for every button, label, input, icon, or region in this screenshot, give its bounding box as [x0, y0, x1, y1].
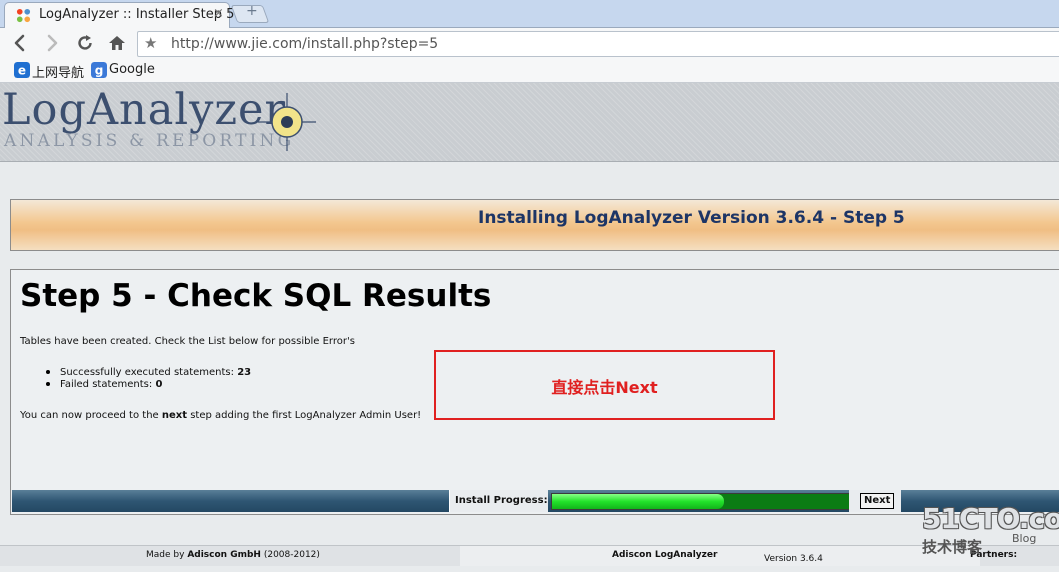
progress-label-cell: Install Progress: — [449, 490, 548, 512]
browser-toolbar: ★ http://www.jie.com/install.php?step=5 — [0, 28, 1059, 58]
svg-text:e: e — [18, 64, 26, 78]
proceed-text: You can now proceed to the next step add… — [20, 410, 421, 421]
bookmarks-bar: e 上网导航 g Google — [0, 58, 1059, 83]
stat-failed-value: 0 — [155, 379, 163, 390]
proceed-text-after: step adding the first LogAnalyzer Admin … — [190, 410, 422, 421]
progress-fill — [552, 494, 725, 509]
new-tab-plus-icon: + — [246, 3, 258, 19]
watermark-sub: 技术博客 — [922, 538, 983, 556]
annotation-text: 直接点击Next — [551, 378, 658, 397]
stat-success-value: 23 — [237, 367, 252, 378]
address-bar[interactable]: ★ http://www.jie.com/install.php?step=5 — [137, 31, 1059, 57]
bookmark-star-icon[interactable]: ★ — [144, 34, 157, 52]
bookmark-label: Google — [109, 62, 155, 77]
stat-failed-label: Failed statements: — [60, 379, 153, 390]
proceed-text-bold: next — [161, 410, 188, 421]
footer-product-version: Version 3.6.4 — [764, 554, 823, 564]
bullet-icon — [46, 382, 50, 386]
loganalyzer-banner: LogAnalyzer ANALYSIS & REPORTING — [0, 83, 1059, 162]
back-arrow-icon[interactable] — [10, 33, 30, 53]
reload-icon[interactable] — [75, 33, 95, 53]
ie-icon: e — [14, 62, 30, 78]
next-button-cell: Next — [849, 490, 901, 512]
step-content-panel: Step 5 - Check SQL Results Tables have b… — [10, 269, 1059, 515]
tab-close-icon[interactable]: × — [213, 6, 224, 21]
page-viewport: LogAnalyzer ANALYSIS & REPORTING Install… — [0, 83, 1059, 572]
footer-product-cell: Adiscon LogAnalyzer Version 3.6.4 — [460, 546, 980, 566]
stat-failed: Failed statements: 0 — [60, 379, 162, 390]
browser-tab[interactable]: LogAnalyzer :: Installer Step 5 × — [4, 2, 234, 28]
google-icon: g — [91, 62, 107, 78]
footer-made-by: Made by — [146, 550, 185, 560]
page-title: Installing LogAnalyzer Version 3.6.4 - S… — [478, 208, 905, 228]
footer-credits: Made by Adiscon GmbH (2008-2012) — [146, 550, 320, 560]
tab-title: LogAnalyzer :: Installer Step 5 — [39, 7, 235, 22]
joomla-favicon-icon — [16, 8, 31, 23]
watermark-blog: Blog — [1012, 532, 1037, 545]
browser-tabstrip: LogAnalyzer :: Installer Step 5 × + — [0, 0, 1059, 28]
step-heading: Step 5 - Check SQL Results — [20, 278, 492, 314]
annotation-callout-box: 直接点击Next — [434, 350, 775, 420]
installer-title-bar: Installing LogAnalyzer Version 3.6.4 - S… — [10, 199, 1059, 251]
bookmark-google[interactable]: g Google — [91, 61, 156, 79]
logo-crosshair-icon — [258, 93, 316, 151]
progress-track — [551, 493, 850, 510]
footer-company-link[interactable]: Adiscon GmbH — [187, 550, 261, 560]
forward-arrow-icon[interactable] — [42, 33, 62, 53]
next-button[interactable]: Next — [860, 493, 895, 509]
svg-text:g: g — [95, 64, 104, 78]
footer-years: (2008-2012) — [263, 550, 320, 560]
bullet-icon — [46, 370, 50, 374]
address-url[interactable]: http://www.jie.com/install.php?step=5 — [171, 36, 438, 52]
install-progress-bar: Install Progress: Next — [12, 490, 1059, 512]
bookmark-label: 上网导航 — [32, 66, 85, 81]
progress-label: Install Progress: — [455, 495, 548, 506]
watermark-51cto: 51CTO.com 技术博客 Blog — [920, 502, 1059, 562]
logo-text: LogAnalyzer — [2, 85, 287, 135]
intro-text: Tables have been created. Check the List… — [20, 336, 355, 347]
footer-product: Adiscon LogAnalyzer Version 3.6.4 — [612, 550, 823, 564]
stat-success-label: Successfully executed statements: — [60, 367, 235, 378]
logo-tagline: ANALYSIS & REPORTING — [4, 131, 295, 151]
home-icon[interactable] — [107, 33, 127, 53]
page-footer: Made by Adiscon GmbH (2008-2012) Adiscon… — [0, 545, 1059, 566]
footer-product-link[interactable]: Adiscon LogAnalyzer — [612, 550, 717, 560]
bookmark-shangwang[interactable]: e 上网导航 — [14, 61, 85, 81]
stat-success: Successfully executed statements: 23 — [60, 367, 251, 378]
proceed-text-before: You can now proceed to the — [20, 410, 159, 421]
watermark-site: 51CTO.com — [922, 502, 1059, 535]
